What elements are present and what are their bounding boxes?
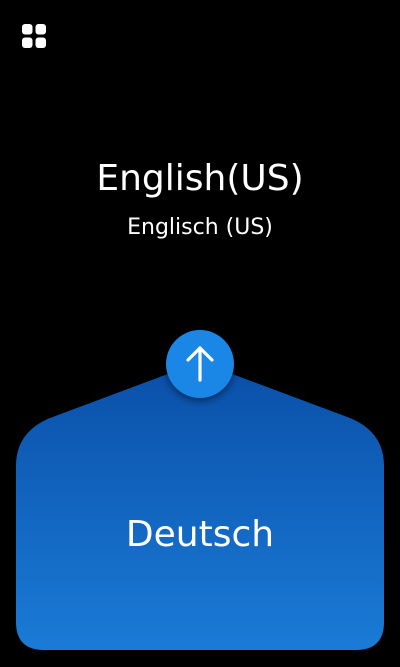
- grid-icon: [22, 24, 46, 48]
- source-language-name[interactable]: English(US): [0, 156, 400, 202]
- source-language-native-name: Englisch (US): [127, 215, 273, 240]
- menu-button[interactable]: [22, 24, 46, 48]
- swap-languages-button[interactable]: [166, 330, 234, 398]
- target-language-name: Deutsch: [125, 514, 275, 555]
- arrow-up-icon: [186, 346, 214, 382]
